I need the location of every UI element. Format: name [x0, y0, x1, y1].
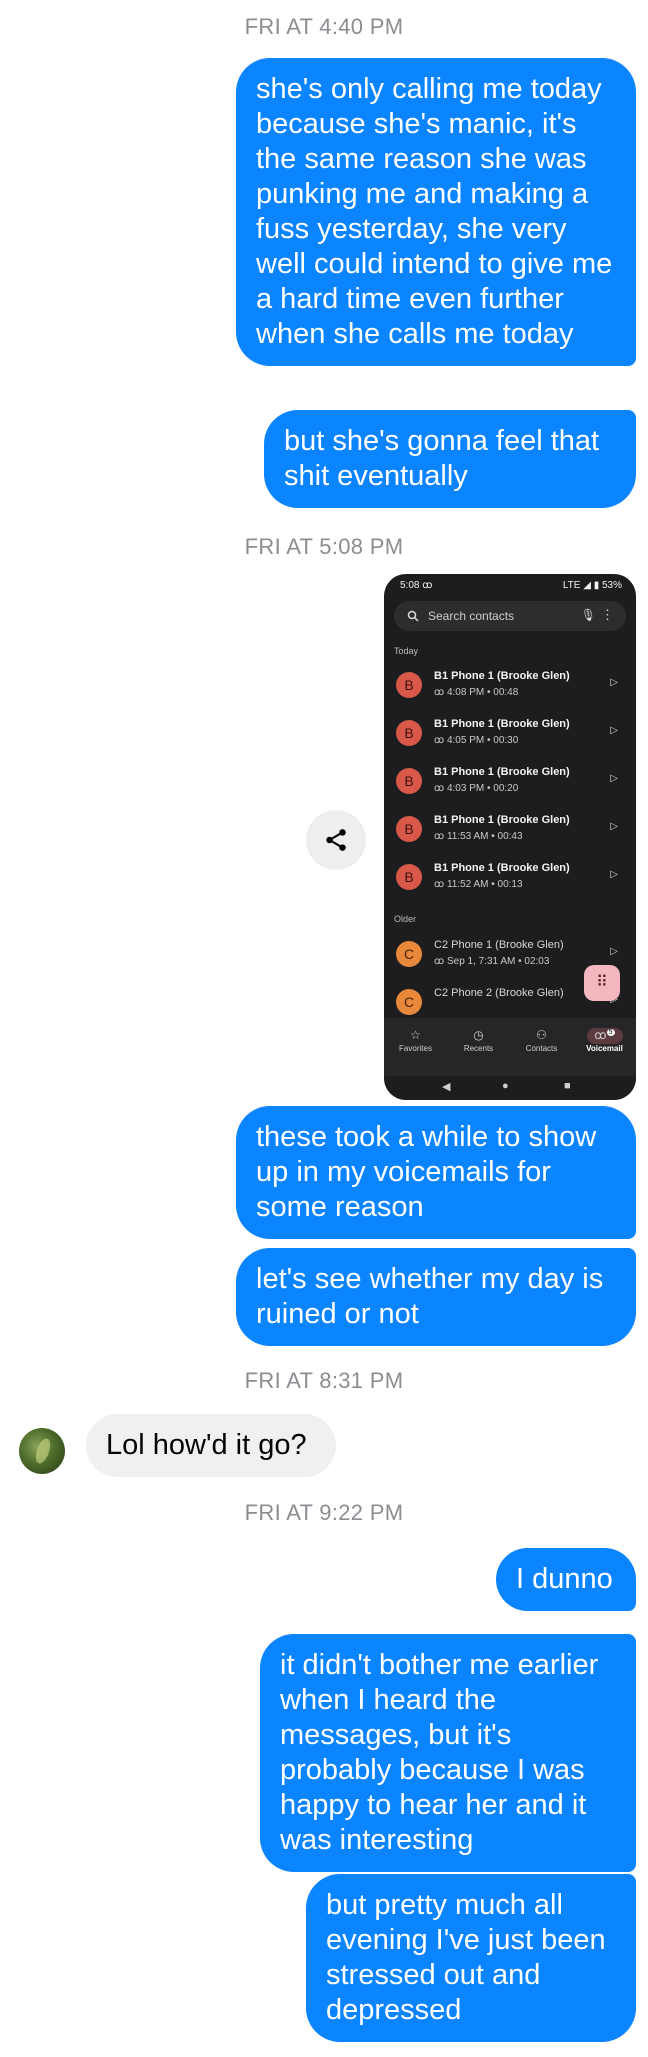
- avatar: C: [396, 941, 422, 967]
- timestamp: FRI AT 9:22 PM: [244, 1500, 404, 1525]
- voicemail-meta: ꝏ 11:52 AM • 00:13: [434, 879, 523, 890]
- timestamp: FRI AT 5:08 PM: [244, 534, 404, 559]
- search-icon: [407, 610, 419, 622]
- play-icon: ▷: [610, 725, 618, 736]
- play-icon: ▷: [610, 773, 618, 784]
- outgoing-message[interactable]: I dunno: [496, 1548, 636, 1611]
- share-button[interactable]: [306, 810, 366, 870]
- avatar[interactable]: [19, 1428, 65, 1474]
- voicemail-screenshot[interactable]: 5:08 ꝏ LTE ◢ ▮ 53% Search contacts 🎙︎ ⋮ …: [384, 574, 636, 1100]
- voicemail-meta: ꝏ 11:53 AM • 00:43: [434, 831, 523, 842]
- status-bar: 5:08 ꝏ LTE ◢ ▮ 53%: [384, 574, 636, 596]
- play-icon: ▷: [610, 677, 618, 688]
- voicemail-meta: ꝏ 4:08 PM • 00:48: [434, 687, 519, 698]
- voicemail-meta: ꝏ Sep 1, 7:31 AM • 02:03: [434, 956, 550, 967]
- outgoing-message[interactable]: let's see whether my day is ruined or no…: [236, 1248, 636, 1346]
- voicemail-icon: ꝏ5: [586, 1028, 623, 1044]
- play-icon: ▷: [610, 821, 618, 832]
- nav-recents: ◷ Recents: [447, 1028, 510, 1053]
- people-icon: ⚇: [536, 1028, 547, 1042]
- caller-name: C2 Phone 2 (Brooke Glen): [434, 987, 564, 999]
- system-nav: ◀ ● ■: [384, 1076, 636, 1100]
- caller-name: B1 Phone 1 (Brooke Glen): [434, 718, 570, 730]
- voicemail-badge: 5: [606, 1029, 615, 1036]
- play-icon: ▷: [610, 946, 618, 957]
- voicemail-meta: ꝏ 4:03 PM • 00:20: [434, 783, 519, 794]
- nav-voicemail: ꝏ5 Voicemail: [586, 1028, 623, 1053]
- caller-name: B1 Phone 1 (Brooke Glen): [434, 814, 570, 826]
- avatar: B: [396, 672, 422, 698]
- outgoing-message[interactable]: these took a while to show up in my voic…: [236, 1106, 636, 1239]
- timestamp: FRI AT 8:31 PM: [244, 1368, 404, 1393]
- play-icon: ▷: [610, 869, 618, 880]
- voicemail-item: B B1 Phone 1 (Brooke Glen) ꝏ 4:05 PM • 0…: [384, 710, 636, 758]
- section-today: Today: [394, 646, 419, 656]
- avatar: B: [396, 768, 422, 794]
- share-icon: [326, 829, 346, 851]
- clock-icon: ◷: [473, 1028, 484, 1042]
- outgoing-message[interactable]: but pretty much all evening I've just be…: [306, 1874, 636, 2042]
- avatar: B: [396, 720, 422, 746]
- avatar: B: [396, 816, 422, 842]
- star-icon: ☆: [410, 1028, 421, 1042]
- outgoing-message[interactable]: it didn't bother me earlier when I heard…: [260, 1634, 636, 1872]
- voicemail-item: B B1 Phone 1 (Brooke Glen) ꝏ 11:52 AM • …: [384, 854, 636, 902]
- section-older: Older: [394, 914, 417, 924]
- voicemail-item: B B1 Phone 1 (Brooke Glen) ꝏ 11:53 AM • …: [384, 806, 636, 854]
- home-icon: ●: [502, 1080, 509, 1092]
- search-placeholder: Search contacts: [428, 609, 515, 623]
- outgoing-message[interactable]: she's only calling me today because she'…: [236, 58, 636, 366]
- avatar: B: [396, 864, 422, 890]
- mic-icon: 🎙︎: [580, 608, 596, 622]
- caller-name: C2 Phone 1 (Brooke Glen): [434, 939, 564, 951]
- voicemail-item: B B1 Phone 1 (Brooke Glen) ꝏ 4:03 PM • 0…: [384, 758, 636, 806]
- voicemail-meta: ꝏ 4:05 PM • 00:30: [434, 735, 519, 746]
- bottom-nav: ☆ Favorites ◷ Recents ⚇ Contacts ꝏ5 Voic…: [384, 1018, 636, 1076]
- status-time: 5:08 ꝏ: [400, 580, 433, 591]
- more-icon: ⋮: [601, 607, 614, 622]
- nav-contacts: ⚇ Contacts: [510, 1028, 573, 1053]
- recents-icon: ■: [564, 1080, 571, 1092]
- timestamp: FRI AT 4:40 PM: [244, 14, 404, 39]
- search-bar: Search contacts 🎙︎ ⋮: [394, 601, 626, 631]
- voicemail-item: B B1 Phone 1 (Brooke Glen) ꝏ 4:08 PM • 0…: [384, 662, 636, 710]
- avatar: C: [396, 989, 422, 1015]
- caller-name: B1 Phone 1 (Brooke Glen): [434, 670, 570, 682]
- outgoing-message[interactable]: but she's gonna feel that shit eventuall…: [264, 410, 636, 508]
- caller-name: B1 Phone 1 (Brooke Glen): [434, 862, 570, 874]
- dialpad-button: ⠿: [584, 965, 620, 1001]
- incoming-message[interactable]: Lol how'd it go?: [86, 1414, 336, 1477]
- back-icon: ◀: [442, 1081, 451, 1093]
- status-indicators: LTE ◢ ▮ 53%: [562, 580, 622, 591]
- nav-favorites: ☆ Favorites: [384, 1028, 447, 1053]
- caller-name: B1 Phone 1 (Brooke Glen): [434, 766, 570, 778]
